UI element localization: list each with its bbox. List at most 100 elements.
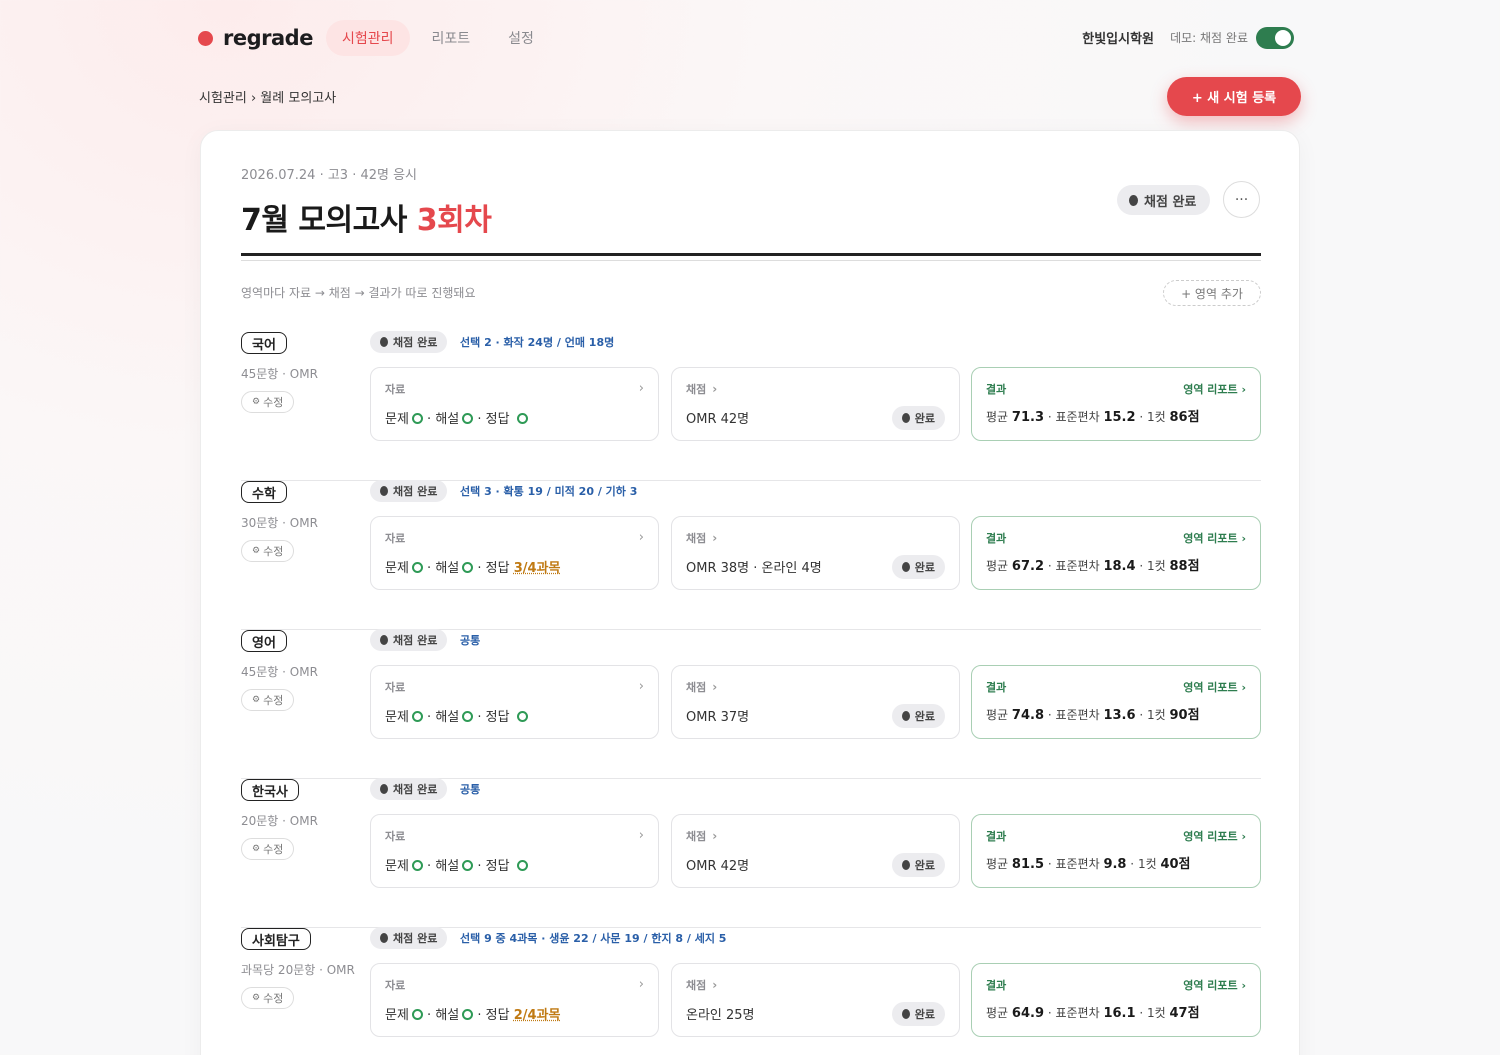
edit-subject-button[interactable]: ⚙ 수정 [241, 540, 295, 562]
area-status-badge: 채점 완료 [370, 480, 448, 502]
answer-label: 정답 [485, 412, 510, 427]
result-card[interactable]: 결과 영역 리포트 › 평균 67.2 · 표준편차 18.4 · 1컷 88점 [971, 516, 1261, 590]
exam-title-main: 7월 모의고사 [241, 203, 417, 238]
grading-done-badge: 완료 [891, 555, 945, 579]
chevron-right-icon: › [638, 381, 644, 396]
answer-label: 정답 [485, 561, 510, 576]
answer-partial: 3/4과목 [513, 561, 561, 576]
gear-icon: ⚙ [252, 844, 261, 854]
sd-label: 표준편차 [1055, 559, 1100, 573]
area-report-link[interactable]: 영역 리포트 › [1183, 530, 1246, 546]
answer-label: 정답 [485, 859, 510, 874]
breadcrumb[interactable]: 시험관리 › 월례 모의고사 [199, 87, 336, 106]
logo[interactable]: regrade [198, 26, 313, 50]
area-status-badge: 채점 완료 [370, 778, 448, 800]
problem-label: 문제 [385, 859, 409, 874]
area-section: 한국사 20문항 · OMR ⚙ 수정 채점 완료 공통 자료 › 문제 · 해설… [241, 778, 1261, 928]
subject-tag: 한국사 [241, 779, 299, 801]
answer-ok-icon [516, 860, 528, 871]
avg-value: 71.3 [1011, 410, 1044, 425]
problem-ok-icon [411, 711, 423, 722]
subject-meta: 45문항 · OMR [241, 665, 318, 679]
problem-ok-icon [411, 1009, 423, 1020]
cut-label: 1컷 [1146, 708, 1166, 722]
problem-ok-icon [411, 562, 423, 573]
grading-card-label: 채점 › [686, 381, 717, 397]
new-exam-button[interactable]: + 새 시험 등록 [1167, 77, 1301, 116]
area-report-link[interactable]: 영역 리포트 › [1183, 828, 1246, 844]
area-status-text: 채점 완료 [393, 932, 438, 945]
chevron-right-icon: › [712, 978, 718, 992]
status-dot-icon [901, 1009, 910, 1019]
cut-label: 1컷 [1146, 1006, 1166, 1020]
chevron-right-icon: › [638, 679, 644, 694]
area-section: 사회탐구 과목당 20문항 · OMR ⚙ 수정 채점 완료 선택 9 중 4과목… [241, 927, 1261, 1055]
data-card[interactable]: 자료 › 문제 · 해설 · 정답 [370, 367, 659, 441]
edit-subject-button[interactable]: ⚙ 수정 [241, 987, 295, 1009]
grading-card[interactable]: 채점 › OMR 42명 완료 [671, 814, 960, 888]
area-report-link[interactable]: 영역 리포트 › [1183, 679, 1246, 695]
grading-card-label: 채점 › [686, 977, 717, 993]
area-section: 국어 45문항 · OMR ⚙ 수정 채점 완료 선택 2 · 화작 24명 / … [241, 331, 1261, 481]
avg-value: 74.8 [1011, 708, 1044, 723]
area-status-text: 채점 완료 [393, 336, 438, 349]
problem-label: 문제 [385, 412, 409, 427]
grading-card[interactable]: 채점 › 온라인 25명 완료 [671, 963, 960, 1037]
cut-label: 1컷 [1146, 410, 1166, 424]
result-card[interactable]: 결과 영역 리포트 › 평균 64.9 · 표준편차 16.1 · 1컷 47점 [971, 963, 1261, 1037]
add-area-button[interactable]: + 영역 추가 [1163, 280, 1261, 306]
grading-label-text: 채점 [686, 979, 707, 992]
nav-settings[interactable]: 설정 [492, 20, 550, 56]
cut-value: 90점 [1169, 708, 1200, 723]
data-card[interactable]: 자료 › 문제 · 해설 · 정답 [370, 665, 659, 739]
edit-subject-button[interactable]: ⚙ 수정 [241, 391, 295, 413]
result-card[interactable]: 결과 영역 리포트 › 평균 71.3 · 표준편차 15.2 · 1컷 86점 [971, 367, 1261, 441]
grading-card[interactable]: 채점 › OMR 37명 완료 [671, 665, 960, 739]
chevron-right-icon: › [638, 530, 644, 545]
area-section: 영어 45문항 · OMR ⚙ 수정 채점 완료 공통 자료 › 문제 · 해설 … [241, 629, 1261, 779]
top-bar: regrade 시험관리 리포트 설정 한빛입시학원 데모: 채점 완료 [198, 20, 1300, 56]
exam-title-accent: 3회차 [416, 203, 492, 238]
result-stats: 평균 74.8 · 표준편차 13.6 · 1컷 90점 [986, 708, 1200, 723]
cut-label: 1컷 [1137, 857, 1157, 871]
logo-text: regrade [223, 26, 313, 50]
cut-value: 40점 [1160, 857, 1191, 872]
answer-ok-icon [516, 711, 528, 722]
status-dot-icon [380, 635, 388, 645]
result-card-label: 결과 [986, 532, 1007, 545]
area-status-badge: 채점 완료 [370, 629, 448, 651]
answer-partial: 2/4과목 [513, 1008, 561, 1023]
problem-ok-icon [411, 860, 423, 871]
answer-ok-icon [516, 413, 528, 424]
more-menu-button[interactable]: ··· [1223, 181, 1260, 218]
area-report-link[interactable]: 영역 리포트 › [1183, 977, 1246, 993]
nav-exams[interactable]: 시험관리 [326, 20, 410, 56]
edit-subject-button[interactable]: ⚙ 수정 [241, 689, 295, 711]
data-card-value: 문제 · 해설 · 정답 [385, 706, 528, 725]
data-card-label: 자료 [385, 830, 406, 843]
exam-card: 2026.07.24 · 고3 · 42명 응시 7월 모의고사 3회차 채점 … [200, 130, 1300, 1055]
edit-label: 수정 [263, 694, 284, 707]
data-card[interactable]: 자료 › 문제 · 해설 · 정답 2/4과목 [370, 963, 659, 1037]
data-card-value: 문제 · 해설 · 정답 2/4과목 [385, 1008, 561, 1023]
grading-card[interactable]: 채점 › OMR 38명 · 온라인 4명 완료 [671, 516, 960, 590]
avg-label: 평균 [986, 410, 1009, 424]
result-card[interactable]: 결과 영역 리포트 › 평균 74.8 · 표준편차 13.6 · 1컷 90점 [971, 665, 1261, 739]
solution-label: 해설 [435, 412, 460, 427]
result-card[interactable]: 결과 영역 리포트 › 평균 81.5 · 표준편차 9.8 · 1컷 40점 [971, 814, 1261, 888]
answer-label: 정답 [485, 1008, 510, 1023]
data-card[interactable]: 자료 › 문제 · 해설 · 정답 [370, 814, 659, 888]
data-card[interactable]: 자료 › 문제 · 해설 · 정답 3/4과목 [370, 516, 659, 590]
grading-label-text: 채점 [686, 383, 707, 396]
edit-subject-button[interactable]: ⚙ 수정 [241, 838, 295, 860]
data-card-label: 자료 [385, 383, 406, 396]
demo-toggle[interactable] [1256, 27, 1294, 49]
problem-label: 문제 [385, 710, 409, 725]
main-nav: 시험관리 리포트 설정 [326, 20, 556, 56]
area-status-badge: 채점 완료 [370, 927, 448, 949]
nav-reports[interactable]: 리포트 [416, 20, 487, 56]
area-report-link[interactable]: 영역 리포트 › [1183, 381, 1246, 397]
grading-card[interactable]: 채점 › OMR 42명 완료 [671, 367, 960, 441]
solution-label: 해설 [435, 561, 460, 576]
result-card-label: 결과 [986, 383, 1007, 396]
